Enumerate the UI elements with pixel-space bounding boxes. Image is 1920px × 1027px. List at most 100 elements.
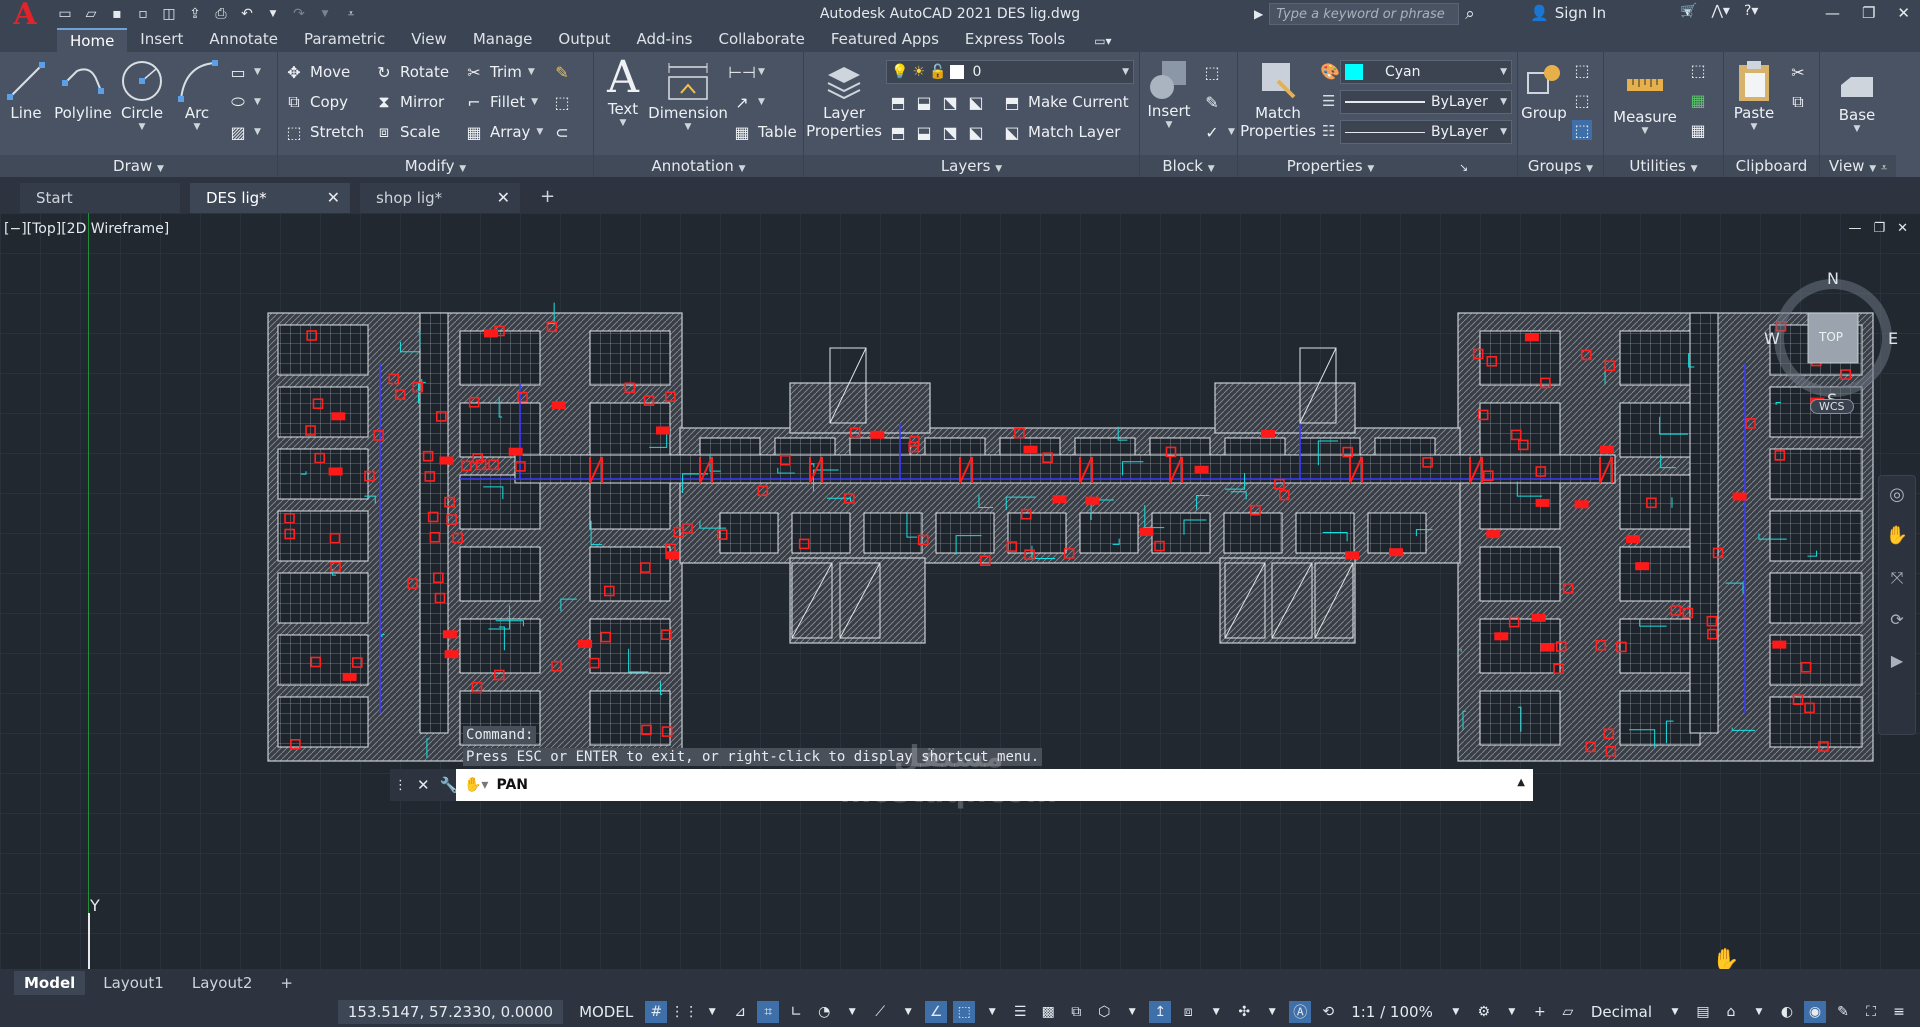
rotate-button[interactable]: ↻ Rotate	[374, 62, 449, 82]
viewcube-top-face[interactable]: TOP	[1819, 330, 1843, 344]
selection-cycling-icon[interactable]: ⧉	[1065, 1001, 1087, 1023]
drawing-viewport[interactable]: [−][Top][2D Wireframe] — ❐ ✕ N S E W TOP…	[0, 213, 1920, 969]
units-dropdown-icon[interactable]: ▼	[1664, 1001, 1686, 1023]
close-icon[interactable]: ✕	[1897, 4, 1910, 22]
command-history-toggle-icon[interactable]: ▲	[1517, 777, 1525, 788]
paste-button[interactable]: Paste ▼	[1728, 58, 1780, 132]
offset-button[interactable]: ⊂	[552, 122, 572, 142]
pan-icon[interactable]: ✋	[1879, 525, 1915, 546]
array-button[interactable]: ▦ Array ▼	[464, 122, 543, 142]
erase-button[interactable]: ✎	[552, 62, 572, 82]
tab-featured-apps[interactable]: Featured Apps	[818, 28, 952, 52]
clean-screen-icon[interactable]: ⛶	[1860, 1001, 1882, 1023]
layer-properties-button[interactable]: Layer Properties	[806, 58, 882, 140]
annotation-monitor-icon[interactable]: +	[1529, 1001, 1551, 1023]
panel-title-annotation[interactable]: Annotation ▼	[594, 155, 803, 177]
lock-ui-dropdown-icon[interactable]: ▼	[1748, 1001, 1770, 1023]
autodesk-app-icon[interactable]: ⋀▾	[1711, 3, 1730, 19]
hatch-button[interactable]: ⬭ ▼	[228, 92, 261, 112]
panel-title-modify[interactable]: Modify ▼	[278, 155, 593, 177]
tab-home[interactable]: Home	[57, 28, 128, 52]
save-as-icon[interactable]: ▫	[132, 4, 154, 24]
calculator-button[interactable]: ▦	[1688, 120, 1708, 140]
layer-off-icon[interactable]: ⬒	[888, 92, 908, 112]
ortho-icon[interactable]: ∟	[785, 1001, 807, 1023]
linear-dimension-button[interactable]: ⊢⊣ ▼	[728, 62, 765, 82]
viewport-restore-icon[interactable]: ❐	[1873, 221, 1885, 236]
tab-annotate[interactable]: Annotate	[196, 28, 291, 52]
floor-plan-drawing[interactable]	[0, 213, 1920, 969]
units-label[interactable]: Decimal	[1585, 1003, 1658, 1021]
ungroup-button[interactable]: ⬚	[1572, 60, 1592, 80]
tab-parametric[interactable]: Parametric	[291, 28, 398, 52]
auto-scale-icon[interactable]: ⟲	[1317, 1001, 1339, 1023]
panel-title-groups[interactable]: Groups ▼	[1518, 155, 1603, 177]
osnap-dropdown-icon[interactable]: ▼	[981, 1001, 1003, 1023]
polar-dropdown-icon[interactable]: ▼	[841, 1001, 863, 1023]
close-command-icon[interactable]: ✕	[417, 776, 430, 794]
redo-icon[interactable]: ↷	[288, 4, 310, 24]
customize-qat-icon[interactable]: ⩡	[340, 4, 362, 24]
gizmo-dropdown-icon[interactable]: ▼	[1261, 1001, 1283, 1023]
undo-dropdown-icon[interactable]: ▼	[262, 4, 284, 24]
close-tab-icon[interactable]: ✕	[327, 188, 340, 207]
panel-title-draw[interactable]: Draw ▼	[0, 155, 277, 177]
redo-dropdown-icon[interactable]: ▼	[314, 4, 336, 24]
panel-title-utilities[interactable]: Utilities ▼	[1604, 155, 1723, 177]
panel-title-block[interactable]: Block ▼	[1140, 155, 1237, 177]
search-input[interactable]: Type a keyword or phrase	[1269, 3, 1460, 25]
3d-osnap-icon[interactable]: ⬡	[1093, 1001, 1115, 1023]
polyline-button[interactable]: Polyline	[52, 58, 114, 122]
tab-output[interactable]: Output	[545, 28, 623, 52]
leader-button[interactable]: ↗ ▼	[732, 92, 765, 112]
tab-layout1[interactable]: Layout1	[93, 971, 174, 995]
save-web-icon[interactable]: ⇪	[184, 4, 206, 24]
isolate-objects-icon[interactable]: ◐	[1776, 1001, 1798, 1023]
tab-manage[interactable]: Manage	[460, 28, 546, 52]
save-icon[interactable]: ▪	[106, 4, 128, 24]
units-icon[interactable]: ▱	[1557, 1001, 1579, 1023]
arc-button[interactable]: Arc ▼	[172, 58, 222, 132]
workspace-gear-icon[interactable]: ⚙	[1473, 1001, 1495, 1023]
text-button[interactable]: A Text ▼	[600, 52, 646, 129]
layer-lock-icon[interactable]: ⬕	[966, 92, 986, 112]
copy-button[interactable]: ⧉ Copy	[284, 92, 348, 112]
layer-freeze-icon[interactable]: ⬔	[940, 92, 960, 112]
explode-button[interactable]: ⬚	[552, 92, 572, 112]
attributes-button[interactable]: ✓ ▼	[1202, 122, 1235, 142]
match-properties-button[interactable]: Match Properties	[1240, 58, 1316, 140]
circle-button[interactable]: Circle ▼	[116, 58, 168, 132]
base-view-button[interactable]: Base ▼	[1832, 60, 1882, 134]
isometric-icon[interactable]: ⟋	[869, 1001, 891, 1023]
layer-dropdown[interactable]: 💡 ☀ 🔓 0 ▼	[886, 60, 1134, 84]
layer-unisolate-icon[interactable]: ⬓	[914, 122, 934, 142]
transparency-icon[interactable]: ▩	[1037, 1001, 1059, 1023]
layer-unlock-icon[interactable]: ⬕	[966, 122, 986, 142]
undo-icon[interactable]: ↶	[236, 4, 258, 24]
stretch-button[interactable]: ⬚ Stretch	[284, 122, 364, 142]
tab-add-ins[interactable]: Add-ins	[624, 28, 706, 52]
compass-e[interactable]: E	[1888, 329, 1898, 348]
doc-tab-des-lig[interactable]: DES lig* ✕	[190, 183, 350, 213]
isometric-dropdown-icon[interactable]: ▼	[897, 1001, 919, 1023]
customization-menu-icon[interactable]: ≡	[1888, 1001, 1910, 1023]
gizmo-icon[interactable]: ✣	[1233, 1001, 1255, 1023]
viewport-minimize-icon[interactable]: —	[1848, 221, 1861, 236]
orbit-icon[interactable]: ⟳	[1879, 610, 1915, 629]
viewport-close-icon[interactable]: ✕	[1897, 221, 1908, 236]
open-web-icon[interactable]: ◫	[158, 4, 180, 24]
layer-on-icon[interactable]: ⬒	[888, 122, 908, 142]
autocad-logo[interactable]: A	[0, 0, 50, 32]
snap-mode-icon[interactable]: ⋮⋮	[670, 1001, 698, 1023]
chevron-right-icon[interactable]: ▶	[1254, 7, 1263, 21]
ribbon-minimize-icon[interactable]: ▭▾	[1094, 34, 1111, 52]
cut-button[interactable]: ✂	[1788, 62, 1808, 82]
trim-button[interactable]: ✂ Trim ▼	[464, 62, 535, 82]
line-button[interactable]: Line	[6, 58, 46, 122]
layer-isolate-icon[interactable]: ⬓	[914, 92, 934, 112]
copy-clip-button[interactable]: ⧉	[1788, 92, 1808, 112]
mirror-button[interactable]: ⧗ Mirror	[374, 92, 444, 112]
open-folder-icon[interactable]: ▱	[80, 4, 102, 24]
linetype-dropdown[interactable]: ByLayer ▼	[1340, 120, 1512, 144]
group-edit-button[interactable]: ⬚	[1572, 90, 1592, 110]
